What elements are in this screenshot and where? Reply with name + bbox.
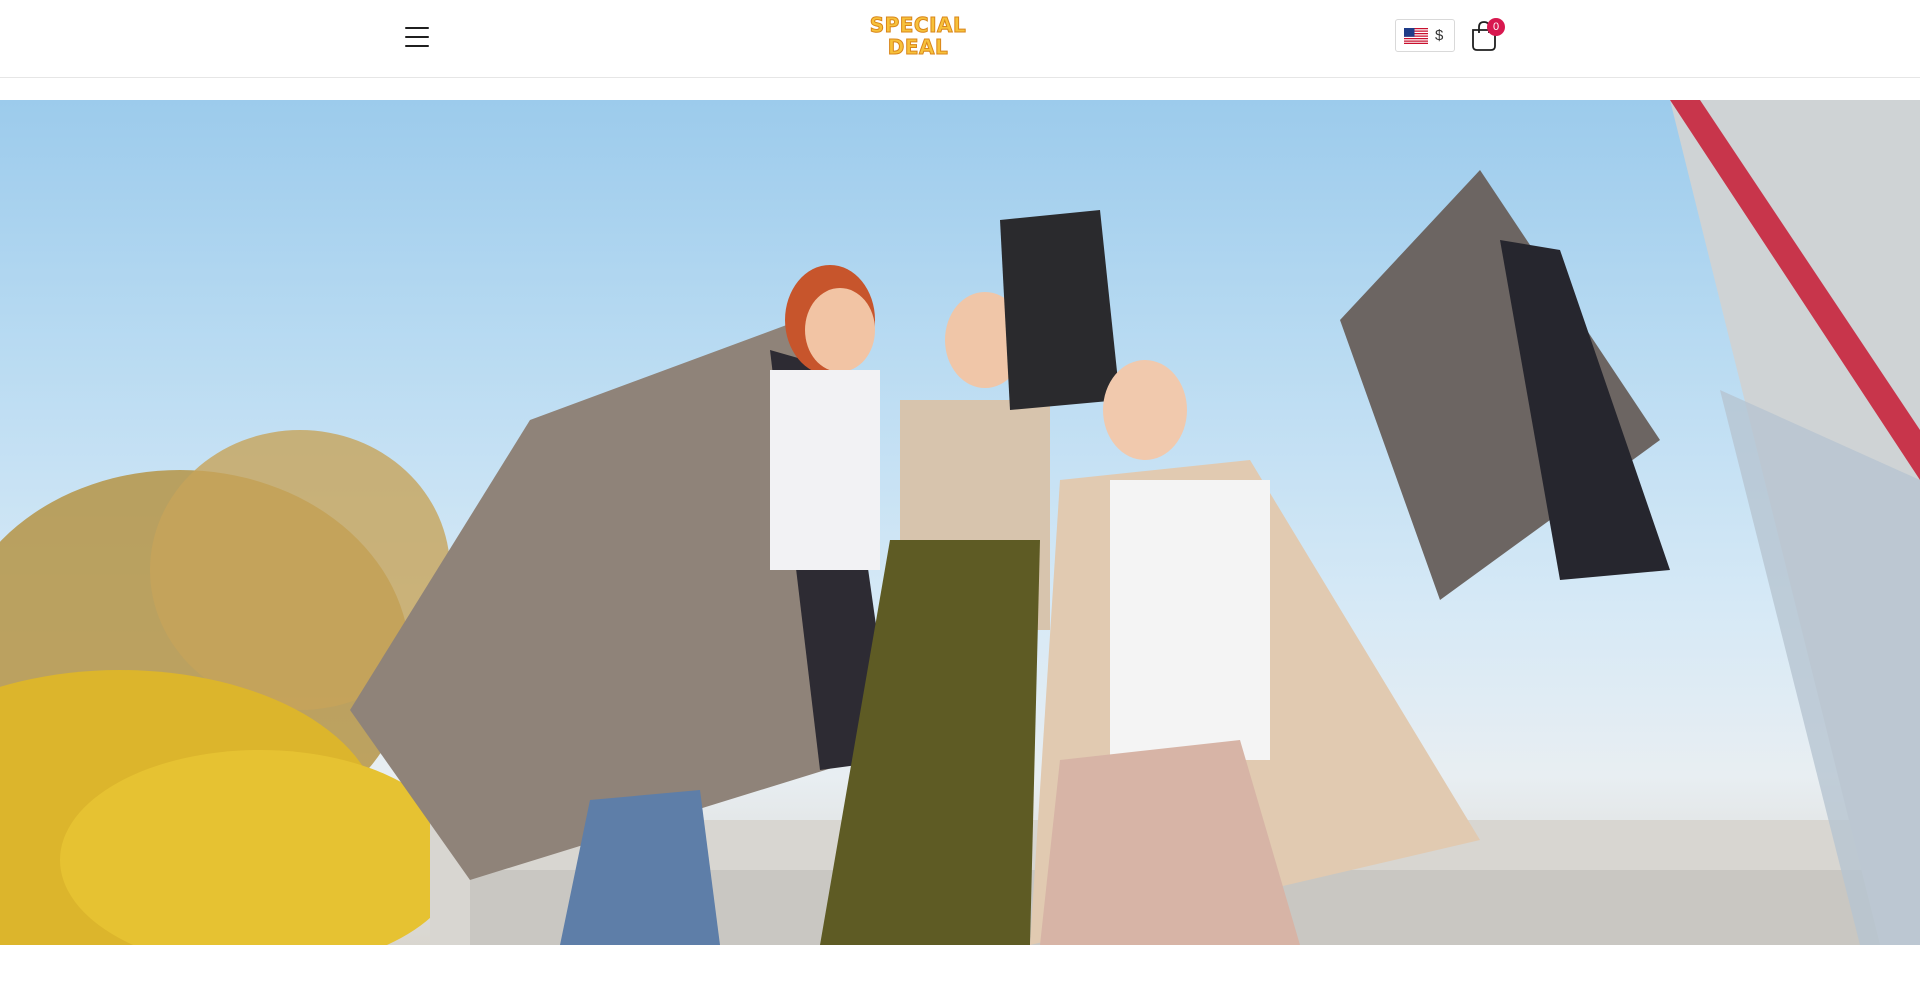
logo-line-1: SPECIAL [869, 13, 967, 37]
currency-symbol: $ [1435, 27, 1444, 44]
currency-selector[interactable]: $ [1395, 19, 1455, 52]
cart-count-badge: 0 [1487, 18, 1505, 36]
us-flag-icon [1404, 27, 1428, 44]
site-logo[interactable]: SPECIAL DEAL [868, 14, 968, 64]
hamburger-menu-icon[interactable] [400, 22, 434, 52]
hero-illustration [0, 100, 1920, 945]
hero-banner-image[interactable] [0, 100, 1920, 945]
site-header: SPECIAL DEAL $ 0 [0, 0, 1920, 78]
logo-line-2: DEAL [887, 35, 949, 59]
cart-button[interactable]: 0 [1468, 16, 1505, 56]
